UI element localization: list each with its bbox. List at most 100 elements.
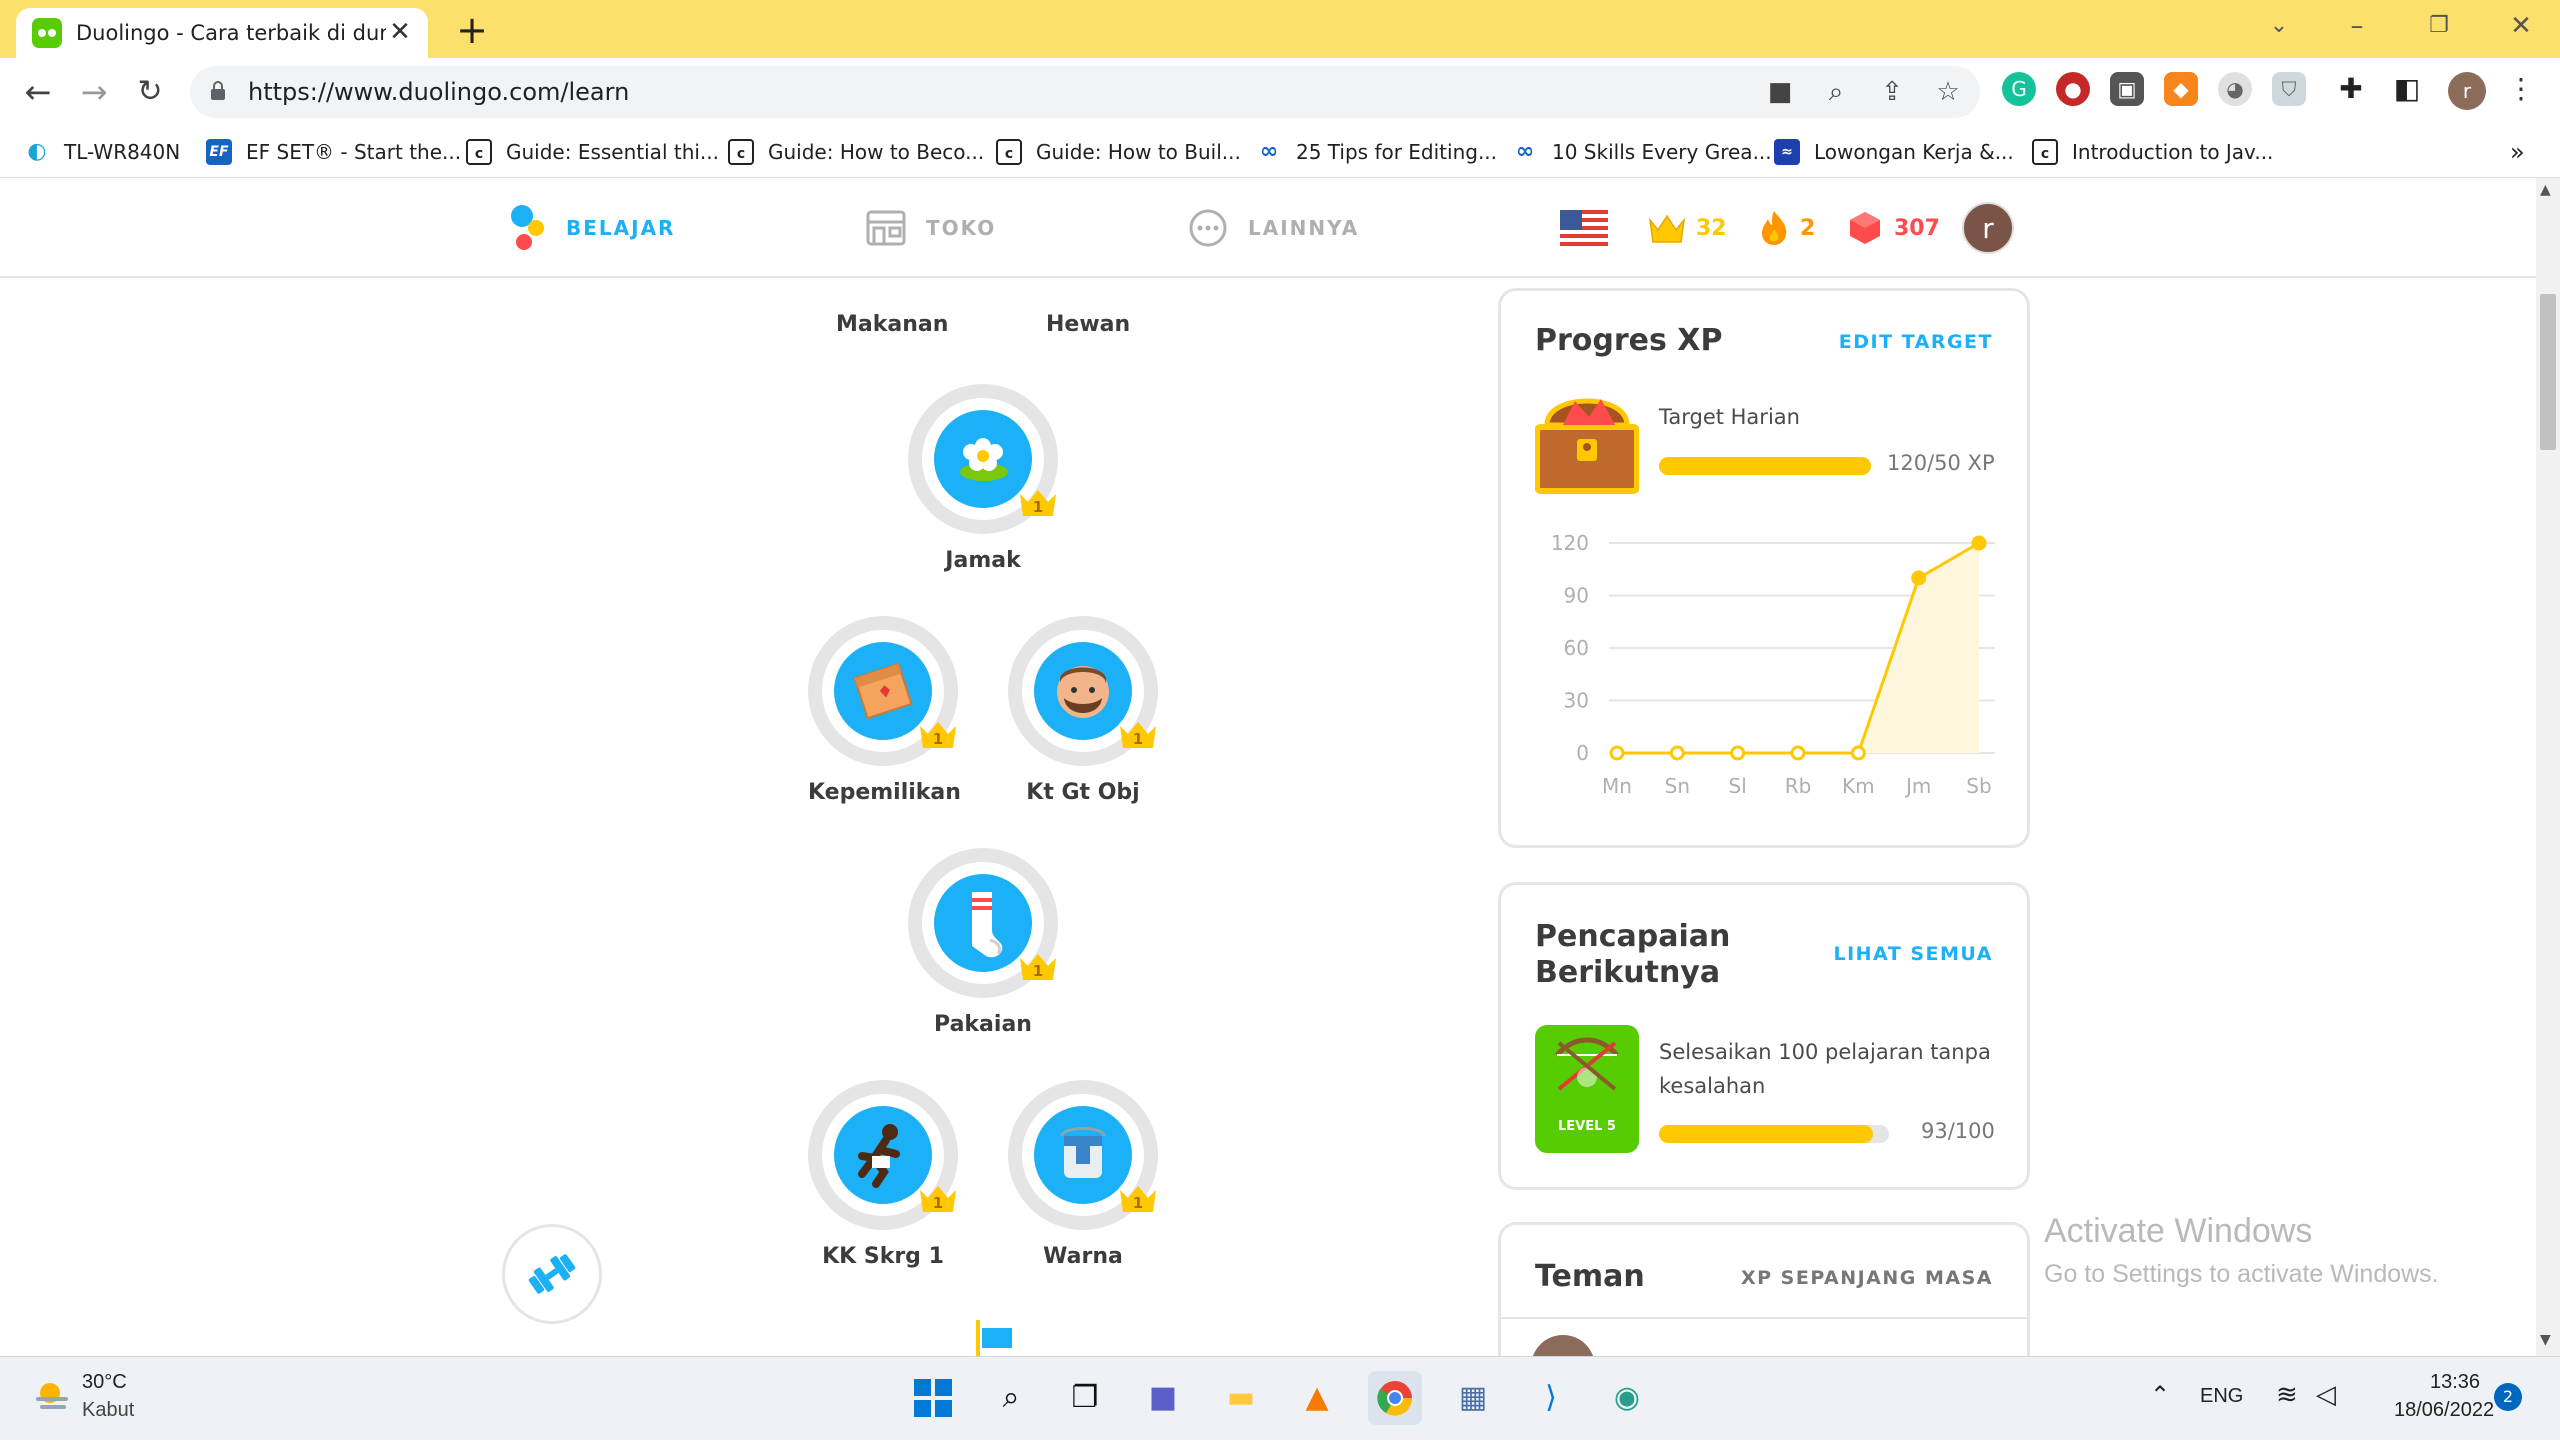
tab-title: Duolingo - Cara terbaik di dunia [76,21,386,45]
browser-toolbar: ← → ↻ https://www.duolingo.com/learn ■ ⌕… [0,58,2560,126]
nav-belajar[interactable]: BELAJAR [508,202,675,254]
clock-time[interactable]: 13:36 [2430,1371,2480,1394]
skill-kepemilikan[interactable]: 1 Kepemilikan [808,616,961,805]
window-close-icon[interactable]: ✕ [2486,6,2556,46]
xp-all-time-tab[interactable]: XP SEPANJANG MASA [1741,1267,1993,1289]
start-icon[interactable] [906,1371,960,1425]
skill-label: Kepemilikan [808,780,961,805]
tab-search-icon[interactable]: ⌄ [2244,6,2314,46]
chart-x-tick-label: Rb [1785,774,1812,798]
streak-count: 2 [1800,215,1816,241]
bookmark-item[interactable]: EF EF SET® - Start the... [206,134,461,170]
extensions-puzzle-icon[interactable]: ✚ [2334,72,2368,106]
minimize-icon[interactable]: – [2322,6,2392,46]
scroll-down-arrow-icon[interactable]: ▼ [2540,1332,2551,1348]
skill-progress-ring: 1 [908,848,1058,998]
file-explorer-icon[interactable]: ▬ [1214,1371,1268,1425]
page-scrollbar[interactable]: ▲ ▼ [2536,178,2560,1356]
extension-red-icon[interactable]: ● [2056,72,2090,106]
bookmark-item[interactable]: c Guide: Essential thi... [466,134,719,170]
performance-monitor-icon[interactable]: ▦ [1446,1371,1500,1425]
skill-label[interactable]: Hewan [1046,312,1130,337]
metamask-icon[interactable]: ◆ [2164,72,2198,106]
chart-point [1669,745,1685,761]
practice-button[interactable] [502,1224,602,1324]
achievement-desc-line: Selesaikan 100 pelajaran tanpa [1659,1040,1991,1064]
new-tab-icon[interactable]: + [452,10,492,50]
user-avatar[interactable]: r [1962,202,2014,254]
skill-label: Kt Gt Obj [1026,780,1140,805]
task-view-icon[interactable]: ❐ [1058,1371,1112,1425]
side-panel-icon[interactable]: ◧ [2390,72,2424,106]
reload-icon[interactable]: ↻ [130,72,170,112]
crowns-counter[interactable]: 32 [1648,206,1727,250]
checkpoint-flag-icon [976,1320,1012,1356]
chrome-icon[interactable] [1368,1371,1422,1425]
dumbbell-icon [528,1254,576,1294]
skill-progress-ring: 1 [1008,616,1158,766]
back-icon[interactable]: ← [18,72,58,112]
address-bar[interactable]: https://www.duolingo.com/learn ■ ⌕ ⇪ ☆ [190,66,1980,118]
shield-icon[interactable]: ⛉ [2272,72,2306,106]
bookmark-star-icon[interactable]: ☆ [1932,76,1964,108]
chart-x-tick-label: Km [1842,774,1875,798]
bookmarks-overflow-button[interactable]: » [2510,134,2525,170]
skill-pakaian[interactable]: 1 Pakaian [908,848,1058,1037]
edit-target-link[interactable]: EDIT TARGET [1839,331,1993,353]
forward-icon[interactable]: → [74,72,114,112]
chart-point [1609,745,1625,761]
chrome-profile-avatar[interactable]: r [2448,72,2486,110]
browser-tab[interactable]: Duolingo - Cara terbaik di dunia ✕ [16,8,428,58]
bookmark-item[interactable]: c Introduction to Jav... [2032,134,2273,170]
crown-level-icon: 1 [1018,950,1058,982]
input-language[interactable]: ENG [2200,1385,2243,1408]
skill-warna[interactable]: 1 Warna [1008,1080,1158,1269]
language-flag-button[interactable] [1560,206,1608,250]
tab-close-icon[interactable]: ✕ [386,18,414,46]
vlc-icon[interactable]: ▲ [1290,1371,1344,1425]
bookmark-item[interactable]: ≈ Lowongan Kerja &... [1774,134,2014,170]
windows-taskbar: 30°C Kabut ⌕ ❐ ■ ▬ ▲ ▦ ⟩ ◉ ⌃ ENG ≋ ◁ 13:… [0,1356,2560,1440]
gems-counter[interactable]: 307 [1848,206,1940,250]
grammarly-icon[interactable]: G [2002,72,2036,106]
vscode-icon[interactable]: ⟩ [1524,1371,1578,1425]
bookmark-item[interactable]: ∞ 25 Tips for Editing... [1256,134,1497,170]
notification-badge[interactable]: 2 [2494,1383,2522,1411]
nav-lainnya[interactable]: LAINNYA [1188,202,1359,254]
camera-blocked-icon[interactable]: ■ [1764,76,1796,108]
skill-kt-gt-obj[interactable]: 1 Kt Gt Obj [1008,616,1158,805]
teams-chat-icon[interactable]: ■ [1136,1371,1190,1425]
bookmark-item[interactable]: ◐ TL-WR840N [24,134,180,170]
ef-icon: EF [206,139,232,165]
bookmark-item[interactable]: c Guide: How to Beco... [728,134,984,170]
streak-counter[interactable]: 2 [1758,206,1815,250]
skill-jamak[interactable]: 1 Jamak [908,384,1058,573]
more-menu-icon[interactable]: ⋮ [2504,72,2538,106]
weather-icon[interactable] [32,1375,72,1415]
crown-level: 1 [1132,1194,1144,1212]
clock-date[interactable]: 18/06/2022 [2394,1399,2494,1422]
zoom-icon[interactable]: ⌕ [1820,76,1852,108]
weather-desc: Kabut [82,1399,135,1421]
show-hidden-icons-icon[interactable]: ⌃ [2150,1381,2170,1410]
search-icon[interactable]: ⌕ [984,1371,1038,1425]
extension-screen-icon[interactable]: ▣ [2110,72,2144,106]
crown-level: 1 [932,1194,944,1212]
scroll-up-arrow-icon[interactable]: ▲ [2540,182,2551,198]
share-icon[interactable]: ⇪ [1876,76,1908,108]
extension-panda-icon[interactable]: ◕ [2218,72,2252,106]
nav-toko[interactable]: TOKO [866,202,996,254]
crown-level-icon: 1 [918,1182,958,1214]
bookmark-label: EF SET® - Start the... [246,140,462,164]
skill-kk-skrg-1[interactable]: 1 KK Skrg 1 [808,1080,958,1269]
skill-label[interactable]: Makanan [836,312,948,337]
bookmark-item[interactable]: c Guide: How to Buil... [996,134,1241,170]
wifi-icon[interactable]: ≋ [2276,1379,2298,1410]
volume-icon[interactable]: ◁ [2316,1379,2336,1410]
scroll-thumb[interactable] [2540,294,2556,450]
crown-level-icon: 1 [918,718,958,750]
restore-icon[interactable]: ❐ [2404,6,2474,46]
see-all-link[interactable]: LIHAT SEMUA [1833,943,1993,965]
paint-app-icon[interactable]: ◉ [1600,1371,1654,1425]
bookmark-item[interactable]: ∞ 10 Skills Every Grea... [1512,134,1772,170]
